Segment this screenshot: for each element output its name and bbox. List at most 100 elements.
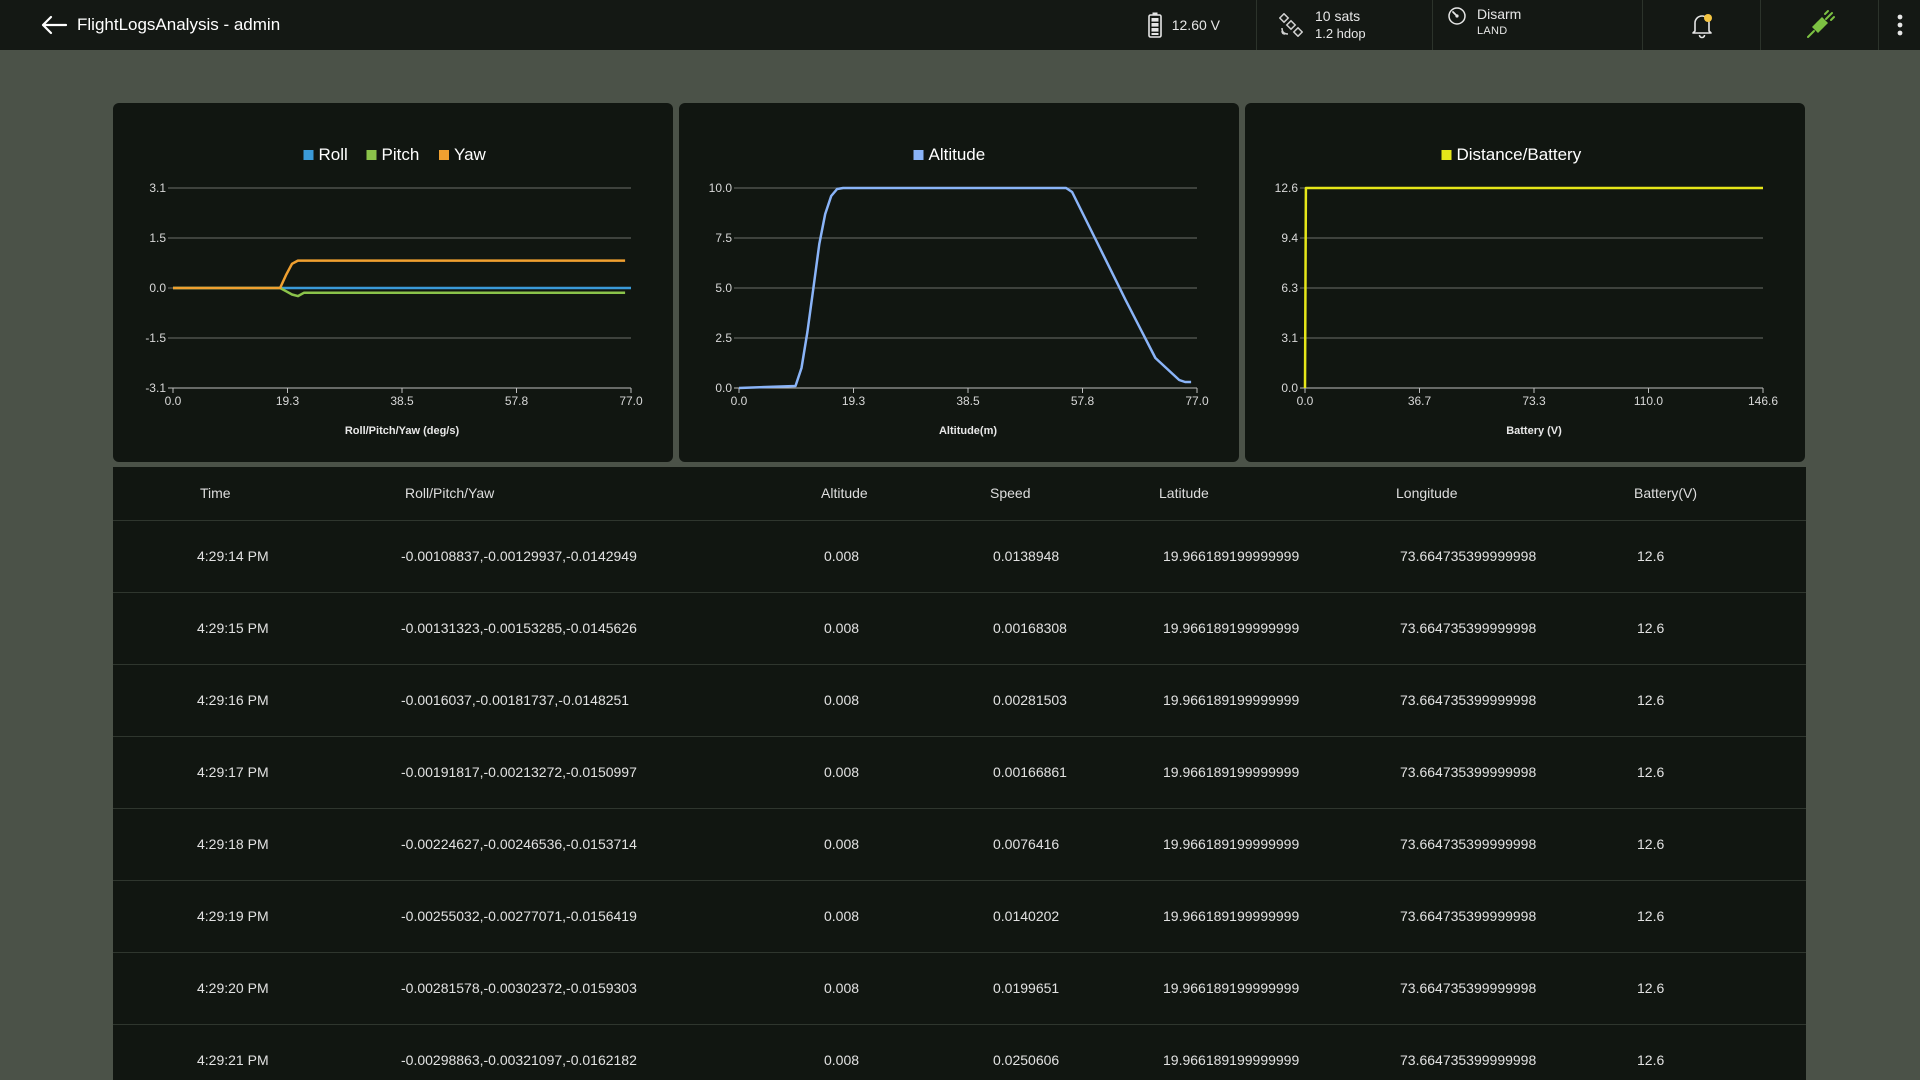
x-tick-label: 0.0 xyxy=(165,394,182,408)
more-menu-button[interactable] xyxy=(1878,0,1920,50)
table-row[interactable]: 4:29:19 PM -0.00255032,-0.00277071,-0.015… xyxy=(113,881,1806,953)
flight-log-table: Time Roll/Pitch/Yaw Altitude Speed Latitude L… xyxy=(113,467,1806,1080)
x-tick-label: 38.5 xyxy=(956,394,980,408)
legend-swatch xyxy=(366,150,377,160)
legend-label[interactable]: Roll xyxy=(319,145,348,164)
table-cell: 19.966189199999999 xyxy=(1163,620,1300,636)
x-tick-label: 19.3 xyxy=(276,394,300,408)
y-tick-label: 0.0 xyxy=(149,281,166,295)
y-tick-label: 3.1 xyxy=(1281,331,1298,345)
connection-button[interactable] xyxy=(1760,0,1878,50)
column-header-speed[interactable]: Speed xyxy=(990,485,1030,501)
table-cell: 19.966189199999999 xyxy=(1163,1052,1300,1068)
arm-state: Disarm xyxy=(1477,6,1522,22)
x-tick-label: 73.3 xyxy=(1522,394,1546,408)
y-tick-label: -3.1 xyxy=(145,381,166,395)
x-tick-label: 0.0 xyxy=(731,394,748,408)
table-cell: 19.966189199999999 xyxy=(1163,692,1300,708)
battery-status[interactable]: 12.60 V xyxy=(1147,0,1256,50)
table-cell: 4:29:16 PM xyxy=(197,692,269,708)
x-tick-label: 19.3 xyxy=(842,394,866,408)
x-tick-label: 57.8 xyxy=(1071,394,1095,408)
table-row[interactable]: 4:29:17 PM -0.00191817,-0.00213272,-0.015… xyxy=(113,737,1806,809)
x-tick-label: 77.0 xyxy=(1185,394,1209,408)
legend-label[interactable]: Yaw xyxy=(454,145,487,164)
column-header-battery-v[interactable]: Battery(V) xyxy=(1634,485,1697,501)
table-cell: 0.008 xyxy=(824,836,860,852)
x-axis-label: Battery (V) xyxy=(1506,425,1562,437)
battery-voltage: 12.60 V xyxy=(1171,17,1220,33)
table-cell: 12.6 xyxy=(1637,1052,1665,1068)
table-cell: 19.966189199999999 xyxy=(1163,764,1300,780)
table-cell: 73.664735399999998 xyxy=(1400,836,1537,852)
table-body: 4:29:14 PM -0.00108837,-0.00129937,-0.014… xyxy=(113,521,1806,1080)
table-row[interactable]: 4:29:21 PM -0.00298863,-0.00321097,-0.016… xyxy=(113,1025,1806,1080)
table-cell: 0.00168308 xyxy=(993,620,1067,636)
column-header-altitude[interactable]: Altitude xyxy=(821,485,868,501)
table-cell: 4:29:14 PM xyxy=(197,548,269,564)
flight-mode: LAND xyxy=(1477,25,1508,37)
gps-hdop: 1.2 hdop xyxy=(1315,26,1366,41)
table-cell: 0.008 xyxy=(824,1052,860,1068)
legend-label[interactable]: Distance/Battery xyxy=(1457,145,1582,164)
back-button[interactable] xyxy=(33,4,75,46)
satellite-icon xyxy=(1279,13,1303,37)
chart-altitude: 10.0 7.5 5.0 2.5 0.00.0 19.3 38.5 57.8 77.0 Altit… xyxy=(709,145,1209,437)
legend-swatch xyxy=(303,150,314,160)
y-tick-label: 10.0 xyxy=(709,181,733,195)
arm-status[interactable]: Disarm LAND xyxy=(1432,0,1642,50)
x-axis-label: Roll/Pitch/Yaw (deg/s) xyxy=(345,425,460,437)
table-row[interactable]: 4:29:20 PM -0.00281578,-0.00302372,-0.015… xyxy=(113,953,1806,1025)
app-title: FlightLogsAnalysis - admin xyxy=(77,15,281,34)
table-cell: -0.00224627,-0.00246536,-0.0153714 xyxy=(401,836,637,852)
table-cell: 12.6 xyxy=(1637,836,1665,852)
table-cell: -0.00191817,-0.00213272,-0.0150997 xyxy=(401,764,637,780)
x-tick-label: 38.5 xyxy=(390,394,414,408)
table-cell: 0.0250606 xyxy=(993,1052,1060,1068)
table-cell: 0.008 xyxy=(824,980,860,996)
legend-label[interactable]: Pitch xyxy=(382,145,420,164)
table-row[interactable]: 4:29:14 PM -0.00108837,-0.00129937,-0.014… xyxy=(113,521,1806,593)
column-header-longitude[interactable]: Longitude xyxy=(1396,485,1458,501)
chart-panel-battery: 12.6 9.4 6.3 3.1 0.0 0.0 36.7 73.3 110.0 146.6 Bat… xyxy=(1245,103,1805,462)
arm-gauge-icon xyxy=(1448,7,1466,25)
gps-sats: 10 sats xyxy=(1315,8,1361,24)
table-cell: 19.966189199999999 xyxy=(1163,836,1300,852)
table-cell: 73.664735399999998 xyxy=(1400,548,1537,564)
table-row[interactable]: 4:29:16 PM -0.0016037,-0.00181737,-0.0148… xyxy=(113,665,1806,737)
legend-swatch xyxy=(439,150,449,160)
series-line-yaw xyxy=(173,259,626,290)
gps-status[interactable]: 10 sats 1.2 hdop xyxy=(1256,0,1432,50)
column-header-roll-pitch-yaw[interactable]: Roll/Pitch/Yaw xyxy=(405,485,494,501)
table-cell: 19.966189199999999 xyxy=(1163,980,1300,996)
table-cell: 73.664735399999998 xyxy=(1400,1052,1537,1068)
more-vertical-icon xyxy=(1897,14,1902,36)
table-cell: -0.00131323,-0.00153285,-0.0145626 xyxy=(401,620,637,636)
table-row[interactable]: 4:29:15 PM -0.00131323,-0.00153285,-0.014… xyxy=(113,593,1806,665)
table-cell: 73.664735399999998 xyxy=(1400,908,1537,924)
notifications-button[interactable] xyxy=(1642,0,1760,50)
arrow-left-icon xyxy=(41,15,68,35)
table-cell: 12.6 xyxy=(1637,548,1665,564)
table-cell: 4:29:18 PM xyxy=(197,836,269,852)
legend-swatch xyxy=(913,150,924,160)
column-header-time[interactable]: Time xyxy=(200,485,231,501)
chart-panel-altitude: 10.0 7.5 5.0 2.5 0.0 0.0 19.3 38.5 57.8 77.0 Altit… xyxy=(679,103,1239,462)
table-cell: -0.00298863,-0.00321097,-0.0162182 xyxy=(401,1052,637,1068)
table-cell: 12.6 xyxy=(1637,980,1665,996)
y-tick-label: 0.0 xyxy=(1281,381,1298,395)
table-cell: 4:29:17 PM xyxy=(197,764,269,780)
table-cell: 0.0138948 xyxy=(993,548,1060,564)
table-row[interactable]: 4:29:18 PM -0.00224627,-0.00246536,-0.015… xyxy=(113,809,1806,881)
chart-battery: 12.6 9.4 6.3 3.1 0.00.0 36.7 73.3 110.0 146.6 Bat… xyxy=(1275,145,1779,437)
y-tick-label: 9.4 xyxy=(1281,231,1298,245)
legend-label[interactable]: Altitude xyxy=(929,145,986,164)
chart-attitude: 3.11.50.0-1.5-3.10.0 19.3 38.5 57.8 77.0Roll… xyxy=(145,145,643,437)
table-cell: 4:29:21 PM xyxy=(197,1052,269,1068)
x-tick-label: 57.8 xyxy=(505,394,529,408)
chart-panel-attitude: 3.1 1.5 0.0 -1.5 -3.1 0.0 19.3 38.5 57.8 77.0 Roll… xyxy=(113,103,673,462)
table-cell: 73.664735399999998 xyxy=(1400,764,1537,780)
table-cell: 0.008 xyxy=(824,620,860,636)
column-header-latitude[interactable]: Latitude xyxy=(1159,485,1209,501)
y-tick-label: 12.6 xyxy=(1275,181,1299,195)
